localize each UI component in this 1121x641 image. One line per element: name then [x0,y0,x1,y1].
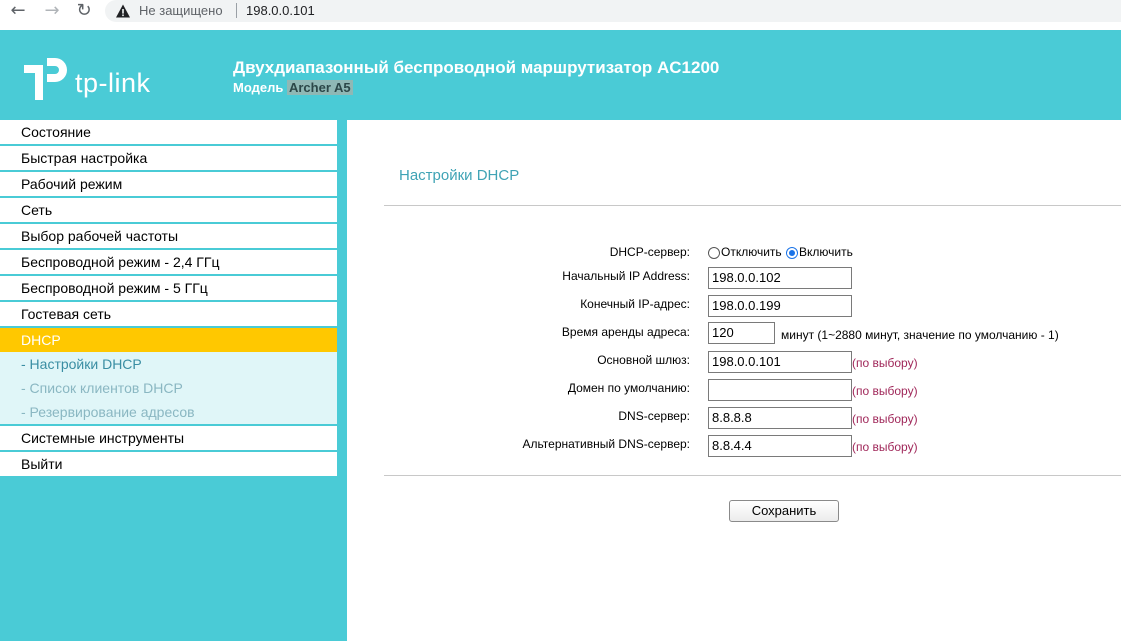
end-ip-label: Конечный IP-адрес: [580,297,690,311]
sidebar-item-guest-network[interactable]: Гостевая сеть [0,302,337,326]
sidebar-item-wireless-5ghz[interactable]: Беспроводной режим - 5 ГГц [0,276,337,300]
divider-bottom [384,475,1121,476]
lease-time-input[interactable]: 120 [708,322,775,344]
sidebar-menu: Состояние Быстрая настройка Рабочий режи… [0,120,347,641]
url-text[interactable]: 198.0.0.101 [246,3,315,18]
sidebar-item-quick-setup[interactable]: Быстрая настройка [0,146,337,170]
submenu-item-dhcp-clients[interactable]: - Список клиентов DHCP [0,376,337,400]
gateway-label: Основной шлюз: [597,353,690,367]
gateway-input[interactable]: 198.0.0.101 [708,351,852,373]
submenu-item-dhcp-settings[interactable]: - Настройки DHCP [0,352,337,376]
domain-optional-note: (по выбору) [852,384,918,398]
dhcp-on-label[interactable]: Включить [799,245,853,259]
page-title: Настройки DHCP [399,167,520,184]
product-title: Двухдиапазонный беспроводной маршрутизат… [233,58,720,77]
security-status-text[interactable]: Не защищено [139,3,223,18]
model-label: Модель [233,80,284,95]
back-arrow-icon[interactable]: ← [4,0,32,22]
sidebar-item-operation-mode[interactable]: Рабочий режим [0,172,337,196]
start-ip-label: Начальный IP Address: [562,269,690,283]
dns-alt-input[interactable]: 8.8.4.4 [708,435,852,457]
address-bar[interactable]: Не защищено 198.0.0.101 [105,0,1121,22]
sidebar-item-system-tools[interactable]: Системные инструменты [0,426,337,450]
model-line: Модель Archer A5 [233,80,353,95]
sidebar-item-band-selection[interactable]: Выбор рабочей частоты [0,224,337,248]
model-value: Archer A5 [286,80,353,95]
dhcp-on-radio[interactable] [786,247,798,259]
divider-top [384,205,1121,206]
main-content: Настройки DHCP DHCP-сервер: Отключить Вк… [347,120,1121,641]
dhcp-submenu: - Настройки DHCP - Список клиентов DHCP … [0,352,337,424]
dns-input[interactable]: 8.8.8.8 [708,407,852,429]
end-ip-input[interactable]: 198.0.0.199 [708,295,852,317]
save-button[interactable]: Сохранить [729,500,839,522]
domain-input[interactable] [708,379,852,401]
dhcp-off-radio[interactable] [708,247,720,259]
sidebar-item-dhcp[interactable]: DHCP [0,328,337,352]
browser-toolbar: ← → ↻ Не защищено 198.0.0.101 [0,0,1121,30]
lease-time-hint: минут (1~2880 минут, значение по умолчан… [781,328,1059,342]
sidebar-item-status[interactable]: Состояние [0,120,337,144]
sidebar-item-wireless-24ghz[interactable]: Беспроводной режим - 2,4 ГГц [0,250,337,274]
warning-icon[interactable] [115,3,131,19]
forward-arrow-icon[interactable]: → [38,0,66,22]
dhcp-server-label: DHCP-сервер: [609,245,690,259]
reload-icon[interactable]: ↻ [70,0,98,22]
tp-link-logo-icon [24,58,67,100]
dns-optional-note: (по выбору) [852,412,918,426]
dns-alt-label: Альтернативный DNS-сервер: [522,437,690,451]
dns-alt-optional-note: (по выбору) [852,440,918,454]
domain-label: Домен по умолчанию: [567,381,690,395]
sidebar-item-logout[interactable]: Выйти [0,452,337,476]
router-header: tp-link Двухдиапазонный беспроводной мар… [0,30,1121,120]
lease-time-label: Время аренды адреса: [561,325,690,339]
url-separator [236,3,237,18]
submenu-item-address-reservation[interactable]: - Резервирование адресов [0,400,337,424]
dhcp-off-label[interactable]: Отключить [721,245,782,259]
dns-label: DNS-сервер: [618,409,690,423]
gateway-optional-note: (по выбору) [852,356,918,370]
brand-logo-text: tp-link [75,68,151,98]
start-ip-input[interactable]: 198.0.0.102 [708,267,852,289]
sidebar-item-network[interactable]: Сеть [0,198,337,222]
